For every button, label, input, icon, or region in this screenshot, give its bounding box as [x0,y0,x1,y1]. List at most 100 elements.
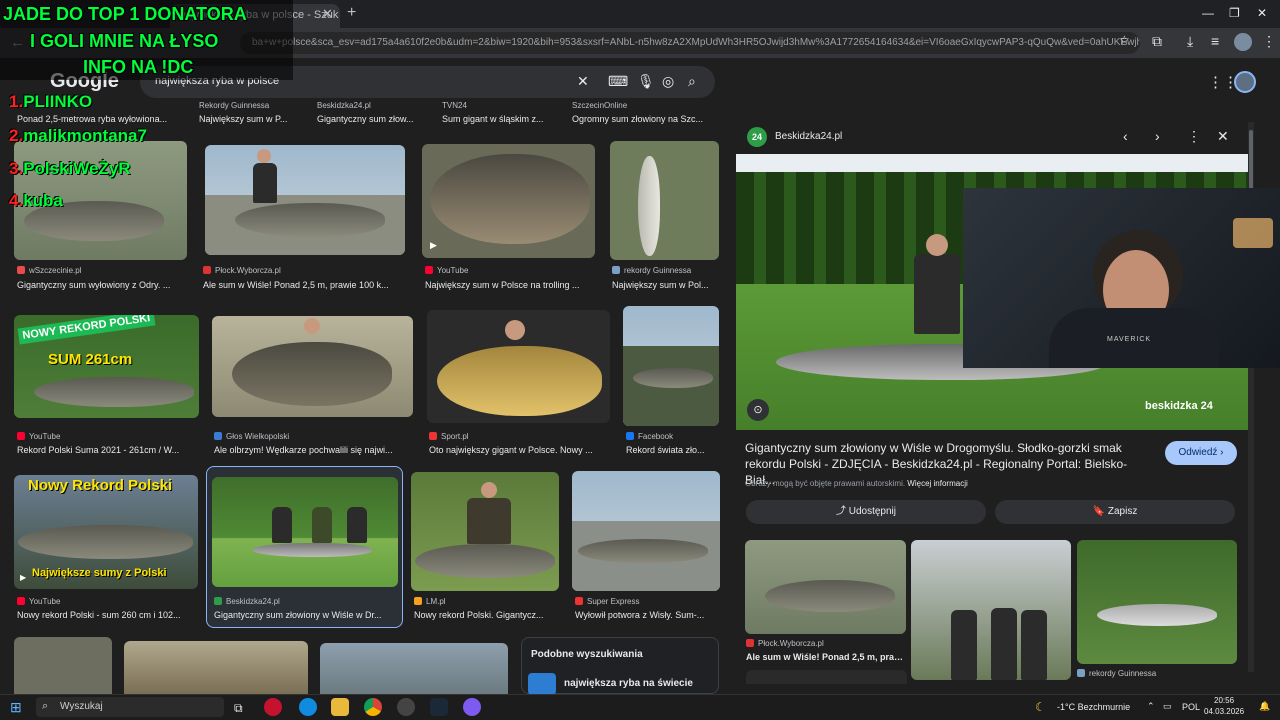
result-thumbnail[interactable] [205,145,405,255]
result-thumbnail[interactable] [411,472,559,591]
mic-icon[interactable]: 🎙 [637,73,655,90]
more-icon[interactable]: ⋮ [1187,128,1201,145]
next-icon[interactable]: › [1155,128,1160,144]
result-thumbnail[interactable] [427,310,610,423]
result-caption[interactable]: Gigantyczny sum złowiony w Wiśle w Dr... [214,610,398,620]
lens-icon[interactable]: ◎ [662,73,674,90]
result-thumbnail[interactable] [212,477,398,587]
thumb-banner: SUM 261cm [48,351,133,368]
panel-scrollbar-thumb[interactable] [1249,130,1253,190]
related-search-item[interactable]: największa ryba na świecie [564,678,693,689]
keyboard-icon[interactable]: ⌨ [608,73,628,90]
more-info-link[interactable]: Więcej informacji [907,479,967,488]
result-source: rekordy Guinnessa [1077,669,1156,678]
task-view-icon[interactable]: ⧉ [234,701,243,716]
taskbar-search[interactable]: Wyszukaj [36,697,224,717]
youtube-icon [17,432,25,440]
result-caption[interactable]: Ponad 2,5-metrowa ryba wyłowiona... [17,114,187,124]
result-thumbnail[interactable] [212,316,413,417]
tray-chevron-icon[interactable]: ⌃ [1147,701,1155,712]
result-caption[interactable]: Największy sum w Polsce na trolling ... [425,280,595,290]
new-tab-icon[interactable]: + [347,4,356,22]
clock-date[interactable]: 04.03.2026 [1204,707,1244,716]
media-icon[interactable]: ≡ [1211,33,1219,49]
result-caption[interactable]: Sum gigant w śląskim z... [442,114,557,124]
result-caption[interactable]: Rekord świata zło... [626,445,718,455]
steam-icon[interactable] [430,698,448,716]
profile-avatar[interactable] [1234,33,1252,51]
result-thumbnail[interactable] [124,641,308,694]
person-image [347,507,367,543]
result-thumbnail[interactable] [572,471,720,591]
menu-icon[interactable]: ⋮ [1262,33,1276,50]
lamp-light [1233,218,1273,248]
result-caption[interactable]: Ale sum w Wiśle! Ponad 2,5 m, prawie 100… [203,280,406,290]
streamer-shirt: MAVERICK [1049,308,1219,368]
related-thumb [528,673,556,695]
donor-rank-1: 1.PLIINKO [9,92,93,111]
extensions-icon[interactable]: ⧉ [1152,33,1162,50]
bookmark-star-icon[interactable]: ☆ [1119,33,1130,47]
catfish-image [232,342,392,406]
edge-icon[interactable] [299,698,317,716]
result-caption[interactable]: Oto największy gigant w Polsce. Nowy ... [429,445,611,455]
result-caption[interactable]: Ale olbrzym! Wędkarze pochwalili się naj… [214,445,410,455]
obs-icon[interactable] [397,698,415,716]
result-thumbnail[interactable] [623,306,719,426]
related-image[interactable] [745,540,906,634]
close-window-icon[interactable]: ✕ [1257,6,1267,20]
chrome-icon[interactable] [364,698,382,716]
result-caption[interactable]: Gigantyczny sum wyłowiony z Odry. ... [17,280,185,290]
favicon [214,432,222,440]
result-thumbnail[interactable] [14,637,112,694]
minimize-icon[interactable]: — [1202,6,1214,20]
file-explorer-icon[interactable] [331,698,349,716]
result-caption[interactable]: Nowy rekord Polski. Gigantycz... [414,610,559,620]
result-caption[interactable]: Rekord Polski Suma 2021 - 261cm / W... [17,445,197,455]
result-caption[interactable]: Największy sum w P... [199,114,304,124]
result-caption[interactable]: Gigantyczny sum złow... [317,114,429,124]
save-button[interactable]: 🔖 Zapisz [995,500,1235,524]
network-icon[interactable]: ▭ [1163,701,1172,712]
app-icon[interactable] [463,698,481,716]
result-thumbnail[interactable] [610,141,719,260]
close-panel-icon[interactable]: ✕ [1217,128,1229,145]
result-caption[interactable]: Największy sum w Pol... [612,280,717,290]
share-button[interactable]: ⤴ Udostępnij [746,500,986,524]
result-thumbnail[interactable]: NOWY REKORD POLSKI SUM 261cm [14,315,199,418]
opera-gx-icon[interactable] [264,698,282,716]
result-thumbnail[interactable]: ▶ [422,144,595,258]
result-thumbnail[interactable] [320,643,508,694]
search-icon[interactable]: ⌕ [688,73,696,90]
catfish-image [1097,604,1217,626]
clear-icon[interactable]: ✕ [577,73,589,90]
notifications-icon[interactable]: 🔔 [1259,701,1270,712]
favicon [575,597,583,605]
catfish-image [430,154,590,244]
address-bar[interactable]: ba+w+polsce&sca_esv=ad175a4a610f2e0b&udm… [240,32,1140,54]
carp-image [437,346,602,416]
download-icon[interactable]: ⤓ [1187,33,1193,50]
related-image[interactable] [746,670,907,684]
lens-search-icon[interactable]: ⊙ [747,399,769,421]
weather-text[interactable]: -1°C Bezchmurnie [1057,702,1130,712]
result-source: Facebook [626,432,673,441]
clock-time[interactable]: 20:56 [1214,696,1234,705]
related-image[interactable] [1077,540,1237,664]
tab-close-icon[interactable]: ✕ [322,6,333,22]
favicon [414,597,422,605]
result-caption[interactable]: Nowy rekord Polski - sum 260 cm i 102... [17,610,195,620]
language-indicator[interactable]: POL [1182,702,1200,712]
visit-button[interactable]: Odwiedź › [1165,441,1237,465]
related-image[interactable] [911,540,1071,680]
account-avatar[interactable] [1234,71,1256,93]
panel-site-name[interactable]: Beskidzka24.pl [775,131,842,142]
result-caption[interactable]: Wyłowił potwora z Wisły. Sum-... [575,610,717,620]
result-caption[interactable]: Ale sum w Wiśle! Ponad 2,5 m, prawie... [746,652,906,662]
favicon [612,266,620,274]
result-thumbnail[interactable]: Nowy Rekord Polski Największe sumy z Pol… [14,475,198,589]
result-caption[interactable]: Ogromny sum złowiony na Szc... [572,114,714,124]
prev-icon[interactable]: ‹ [1123,128,1128,144]
restore-icon[interactable]: ❐ [1229,6,1240,20]
windows-start-icon[interactable]: ⊞ [10,699,22,716]
